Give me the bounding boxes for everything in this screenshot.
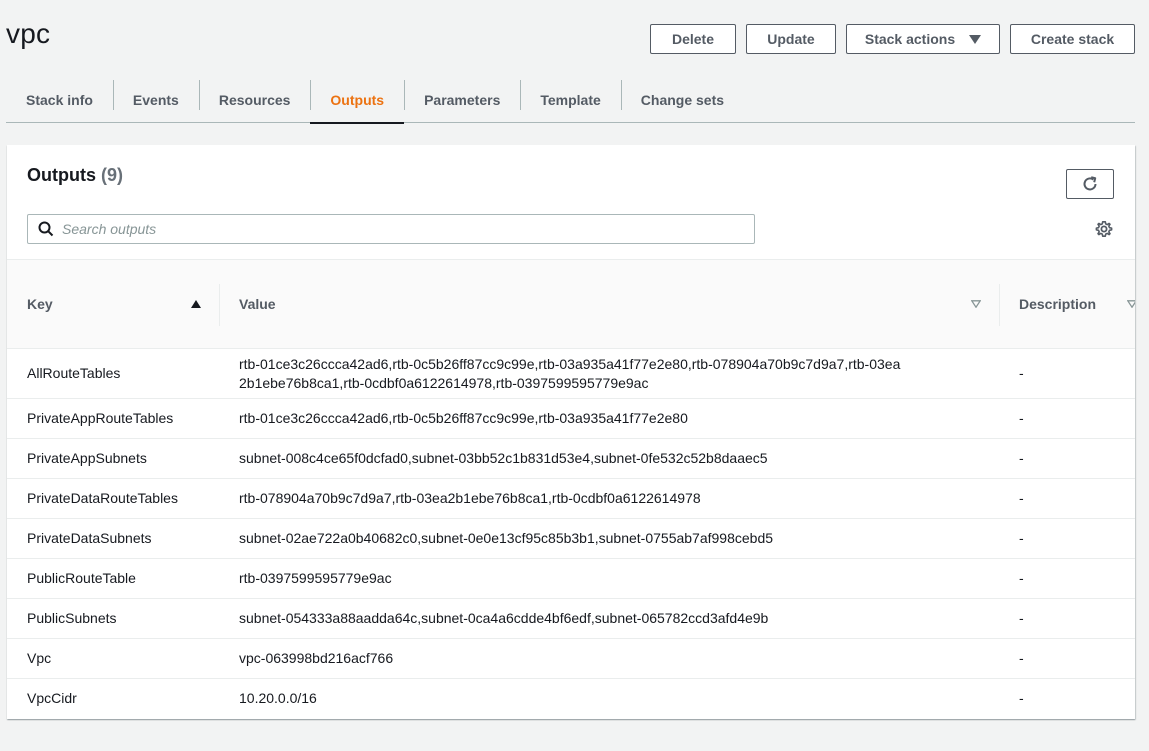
outputs-count: (9) [101,165,124,185]
sort-icon [1127,300,1135,308]
output-description: - [999,478,1135,519]
table-row: PrivateAppRouteTables rtb-01ce3c26ccca42… [7,398,1135,439]
output-description: - [999,598,1135,639]
search-input[interactable] [62,221,754,237]
table-row: PublicSubnets subnet-054333a88aadda64c,s… [7,598,1135,639]
output-description: - [1019,690,1024,707]
column-header-description[interactable]: Description [999,260,1135,349]
tab-change-sets[interactable]: Change sets [620,76,744,123]
sort-icon [971,300,981,308]
output-value: rtb-01ce3c26ccca42ad6,rtb-0c5b26ff87cc9c… [219,348,999,399]
output-key: Vpc [7,638,219,679]
page-title: vpc [6,18,51,49]
create-stack-button[interactable]: Create stack [1010,24,1135,54]
output-key: PrivateAppRouteTables [7,398,219,439]
output-description: - [999,348,1135,399]
caret-down-icon [969,34,982,44]
outputs-table: Key Value Description AllRouteTables rtb… [7,259,1135,719]
table-row: PublicRouteTable rtb-0397599595779e9ac - [7,558,1135,599]
sort-ascending-icon [191,300,201,308]
stack-actions-dropdown[interactable]: Stack actions [846,24,1000,54]
outputs-panel: Outputs (9) Key [7,145,1135,719]
output-description: - [999,398,1135,439]
tab-resources[interactable]: Resources [198,76,311,123]
update-button[interactable]: Update [746,24,836,54]
tab-bar: Stack info Events Resources Outputs Para… [6,76,1135,124]
output-description: - [999,558,1135,599]
output-key: AllRouteTables [7,348,219,399]
table-row: PrivateDataSubnets subnet-02ae722a0b4068… [7,518,1135,559]
column-header-description-label: Description [1019,296,1097,312]
output-value: rtb-078904a70b9c7d9a7,rtb-03ea2b1ebe76b8… [219,478,999,519]
refresh-icon [1083,176,1097,191]
output-key: PrivateAppSubnets [7,438,219,479]
table-header-row: Key Value Description [7,259,1135,349]
output-key: PublicRouteTable [7,558,219,599]
table-row: AllRouteTables rtb-01ce3c26ccca42ad6,rtb… [7,348,1135,399]
refresh-button[interactable] [1066,169,1114,199]
output-key: PublicSubnets [7,598,219,639]
output-value: rtb-01ce3c26ccca42ad6,rtb-0c5b26ff87cc9c… [219,398,999,439]
table-row: Vpc vpc-063998bd216acf766 - [7,638,1135,679]
tab-events[interactable]: Events [112,76,199,123]
table-row: PrivateDataRouteTables rtb-078904a70b9c7… [7,478,1135,519]
search-icon [38,221,54,237]
column-header-value[interactable]: Value [219,260,999,349]
stack-actions-bar: Delete Update Stack actions Create stack [650,24,1135,54]
output-key: VpcCidr [27,690,77,707]
outputs-title: Outputs [27,165,96,185]
delete-button[interactable]: Delete [650,24,736,54]
outputs-heading: Outputs (9) [27,165,123,186]
output-description: - [999,638,1135,679]
stack-actions-label: Stack actions [864,31,956,47]
tab-template[interactable]: Template [520,76,620,123]
output-description: - [999,518,1135,559]
output-value: subnet-02ae722a0b40682c0,subnet-0e0e13cf… [219,518,999,559]
output-value: vpc-063998bd216acf766 [219,638,999,679]
output-value: subnet-054333a88aadda64c,subnet-0ca4a6cd… [219,598,999,639]
tab-parameters[interactable]: Parameters [404,76,520,123]
table-row: VpcCidr 10.20.0.0/16 - [7,679,1135,719]
output-key: PrivateDataSubnets [7,518,219,559]
output-description: - [999,438,1135,479]
tab-outputs[interactable]: Outputs [310,76,404,124]
gear-icon[interactable] [1095,220,1113,238]
search-box [27,214,755,244]
column-header-value-label: Value [239,296,276,312]
tab-stack-info[interactable]: Stack info [6,76,113,123]
column-header-key-label: Key [27,296,53,312]
output-value: 10.20.0.0/16 [239,690,317,707]
table-row: PrivateAppSubnets subnet-008c4ce65f0dcfa… [7,438,1135,479]
output-value: subnet-008c4ce65f0dcfad0,subnet-03bb52c1… [219,438,999,479]
output-key: PrivateDataRouteTables [7,478,219,519]
column-header-key[interactable]: Key [7,260,219,349]
output-value: rtb-0397599595779e9ac [219,558,999,599]
